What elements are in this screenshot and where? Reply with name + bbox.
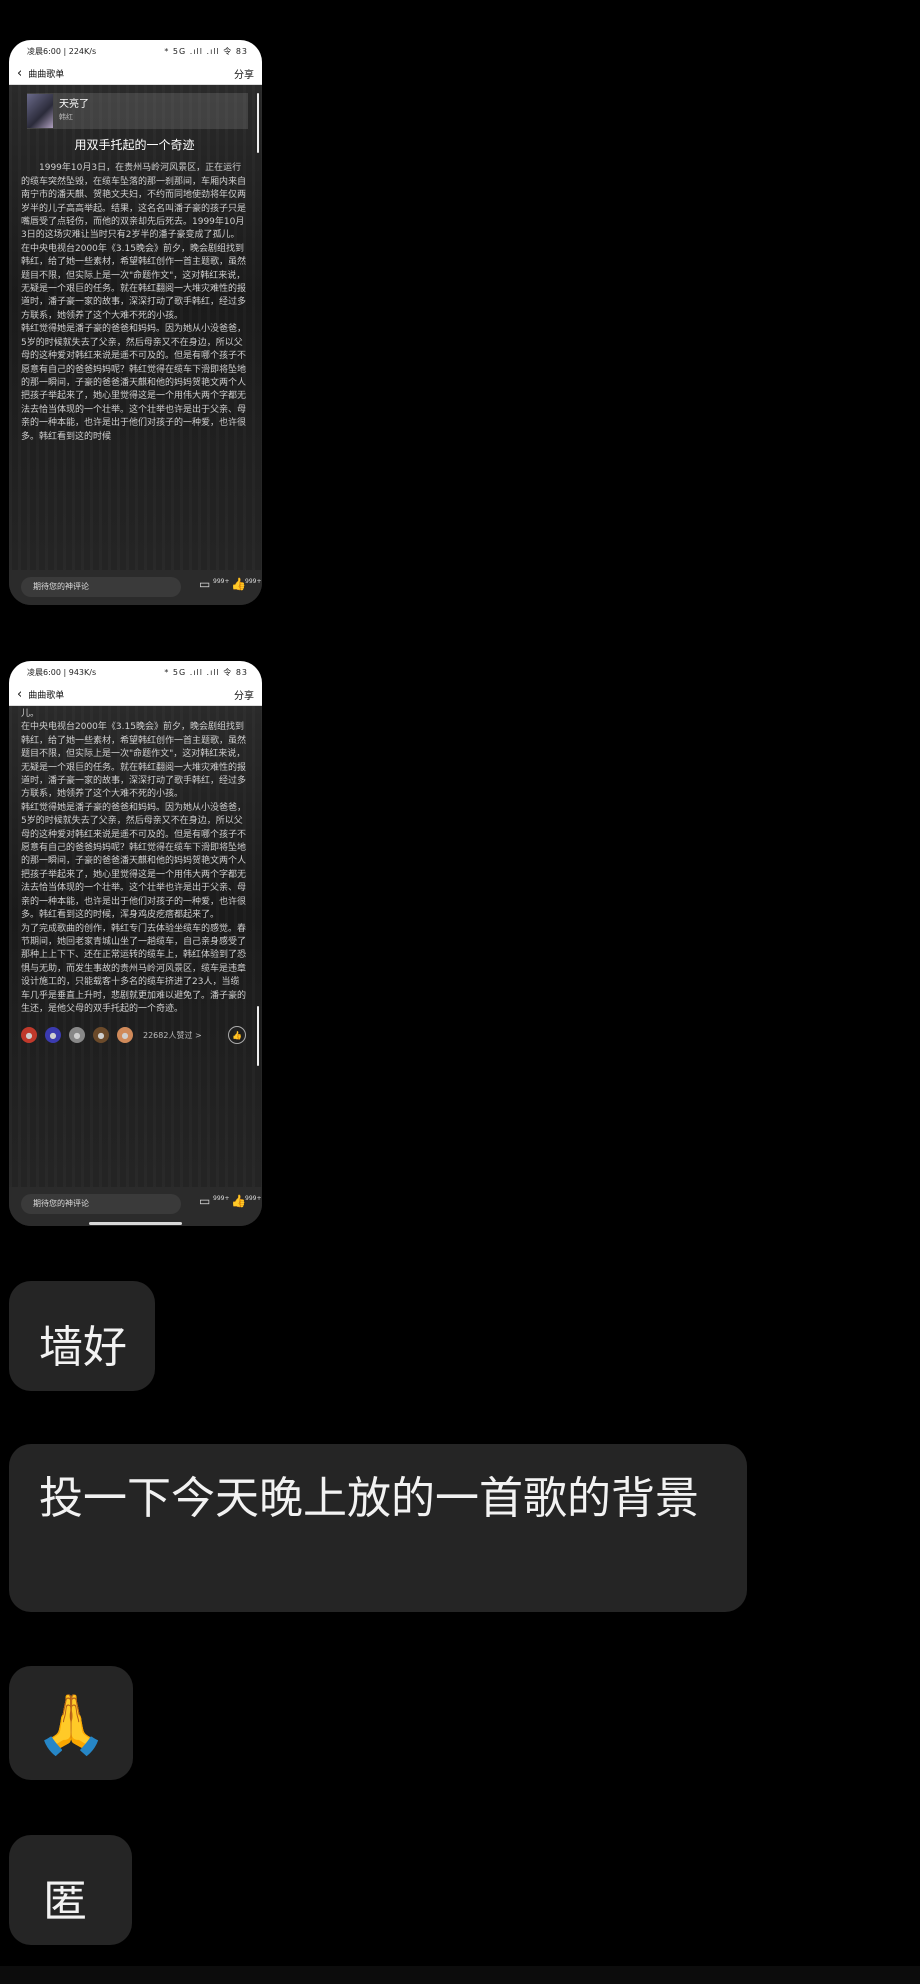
article-paragraph: 在中央电视台2000年《3.15晚会》前夕，晚会剧组找到韩红，给了她一些素材，希… [21, 243, 247, 321]
song-artist: 韩红 [59, 113, 73, 121]
nav-bar: ‹ 曲曲歌单 分享 [9, 683, 262, 706]
like-count: 999+ [245, 1195, 262, 1202]
bottom-edge [0, 1966, 920, 1984]
scrollbar[interactable] [257, 93, 259, 153]
message-text: 匿 [43, 1876, 87, 1927]
comment-bar: 期待您的神评论 ▭ 999+ 👍 999+ [9, 570, 262, 605]
message-text: 墙好 [39, 1322, 127, 1373]
song-card[interactable]: 天亮了 韩红 [27, 93, 248, 129]
comment-count: 999+ [213, 578, 230, 585]
praying-hands-emoji: 🙏 [35, 1690, 108, 1758]
avatar: ● [45, 1027, 61, 1044]
article-body: 儿。 在中央电视台2000年《3.15晚会》前夕，晚会剧组找到韩红，给了她一些素… [9, 706, 262, 1226]
article-paragraph: 韩红觉得她是潘子豪的爸爸和妈妈。因为她从小没爸爸，5岁的时候就失去了父亲，然后母… [21, 802, 247, 921]
home-indicator [89, 1222, 182, 1225]
share-button[interactable]: 分享 [234, 687, 254, 702]
chat-message-bubble[interactable]: 投一下今天晚上放的一首歌的背景 [9, 1444, 747, 1612]
like-count: 999+ [245, 578, 262, 585]
likers-row[interactable]: ● ● ● ● ● 22682人赞过 > 👍 [21, 1026, 248, 1045]
comment-input[interactable]: 期待您的神评论 [21, 577, 181, 597]
status-time: 凌晨6:00 | 943K/s [27, 667, 97, 677]
message-text: 投一下今天晚上放的一首歌的背景 [39, 1473, 699, 1524]
comment-count: 999+ [213, 1195, 230, 1202]
scrollbar[interactable] [257, 1006, 259, 1066]
back-arrow-icon[interactable]: ‹ [17, 688, 22, 701]
likes-count-link[interactable]: 22682人赞过 > [143, 1029, 202, 1042]
article-body: 天亮了 韩红 用双手托起的一个奇迹 1999年10月3日，在贵州马岭河风景区，正… [9, 85, 262, 605]
comment-input[interactable]: 期待您的神评论 [21, 1194, 181, 1214]
avatar: ● [93, 1027, 109, 1044]
article-screenshot-2[interactable]: 凌晨6:00 | 943K/s * 5G .ıll .ıll 令 83 ‹ 曲曲… [9, 661, 262, 1226]
thumbs-up-icon[interactable]: 👍 [231, 577, 246, 591]
status-bar: 凌晨6:00 | 943K/s * 5G .ıll .ıll 令 83 [9, 661, 262, 683]
avatar: ● [21, 1027, 37, 1044]
chat-message-bubble[interactable]: 墙好 [9, 1281, 155, 1391]
comment-icon[interactable]: ▭ [199, 1194, 210, 1208]
status-bar: 凌晨6:00 | 224K/s * 5G .ıll .ıll 令 83 [9, 40, 262, 62]
article-paragraph: 儿。 [21, 709, 40, 719]
article-title: 用双手托起的一个奇迹 [74, 138, 195, 152]
article-paragraph: 为了完成歌曲的创作，韩红专门去体验坐缆车的感觉。春节期间，她回老家青城山坐了一趟… [21, 923, 247, 1014]
back-label[interactable]: 曲曲歌单 [28, 688, 64, 701]
share-button[interactable]: 分享 [234, 66, 254, 81]
comment-icon[interactable]: ▭ [199, 577, 210, 591]
album-cover-image [27, 94, 53, 128]
thumbs-up-icon[interactable]: 👍 [231, 1194, 246, 1208]
article-paragraph: 在中央电视台2000年《3.15晚会》前夕，晚会剧组找到韩红，给了她一些素材，希… [21, 722, 247, 800]
nav-bar: ‹ 曲曲歌单 分享 [9, 62, 262, 85]
status-icons: * 5G .ıll .ıll 令 83 [164, 46, 248, 56]
chat-message-bubble[interactable]: 🙏 [9, 1666, 133, 1780]
status-icons: * 5G .ıll .ıll 令 83 [164, 667, 248, 677]
like-button-icon[interactable]: 👍 [228, 1026, 246, 1045]
back-arrow-icon[interactable]: ‹ [17, 67, 22, 80]
article-paragraph: 韩红觉得她是潘子豪的爸爸和妈妈。因为她从小没爸爸，5岁的时候就失去了父亲，然后母… [21, 324, 247, 442]
status-time: 凌晨6:00 | 224K/s [27, 46, 97, 56]
article-paragraph: 1999年10月3日，在贵州马岭河风景区，正在运行的缆车突然坠毁，在缆车坠落的那… [21, 163, 247, 241]
song-title: 天亮了 [59, 98, 89, 110]
chat-message-bubble[interactable]: 匿 [9, 1835, 132, 1945]
comment-bar: 期待您的神评论 ▭ 999+ 👍 999+ [9, 1187, 262, 1226]
article-screenshot-1[interactable]: 凌晨6:00 | 224K/s * 5G .ıll .ıll 令 83 ‹ 曲曲… [9, 40, 262, 605]
avatar: ● [69, 1027, 85, 1044]
back-label[interactable]: 曲曲歌单 [28, 67, 64, 80]
avatar: ● [117, 1027, 133, 1044]
